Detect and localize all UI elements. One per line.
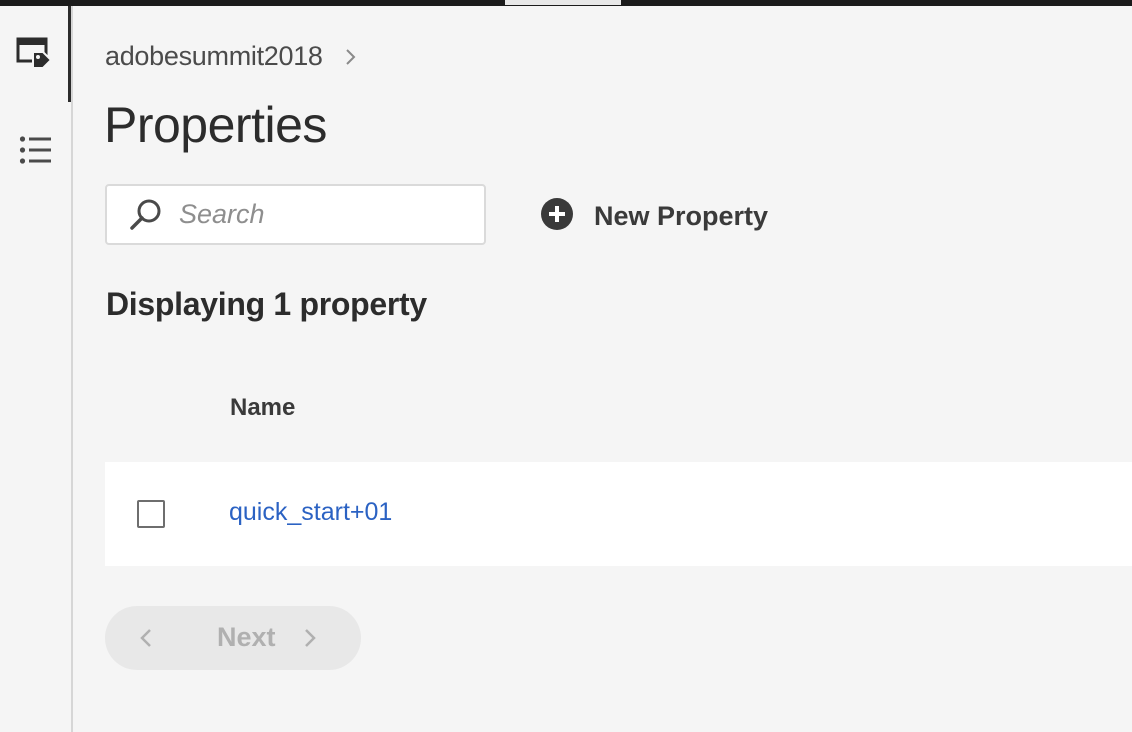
rail-item-properties[interactable] (0, 6, 71, 102)
new-property-button[interactable]: New Property (540, 196, 768, 236)
property-count: Displaying 1 property (106, 286, 427, 322)
previous-page-button[interactable] (139, 628, 153, 653)
list-icon (19, 133, 53, 167)
row-checkbox[interactable] (137, 500, 165, 528)
search-box[interactable] (105, 184, 486, 245)
property-name-link[interactable]: quick_start+01 (229, 498, 392, 527)
add-circle-icon (540, 197, 574, 236)
rail-item-list[interactable] (0, 102, 71, 198)
breadcrumb-company[interactable]: adobesummit2018 (105, 41, 323, 72)
table-row: quick_start+01 (105, 462, 1132, 566)
breadcrumb: adobesummit2018 (105, 40, 357, 73)
next-page-button[interactable]: Next (217, 622, 276, 653)
side-rail (0, 6, 73, 732)
chevron-right-icon (303, 628, 317, 653)
active-tab-indicator (505, 0, 621, 5)
pagination: Next (105, 606, 361, 670)
new-property-label: New Property (594, 200, 769, 231)
search-input[interactable] (179, 199, 459, 230)
search-icon (129, 198, 163, 232)
property-tag-icon (16, 37, 52, 71)
chevron-right-icon (345, 42, 357, 73)
main-content: adobesummit2018 Properties New Property … (73, 6, 1132, 732)
column-header-name[interactable]: Name (230, 394, 295, 422)
page-title: Properties (104, 97, 327, 153)
